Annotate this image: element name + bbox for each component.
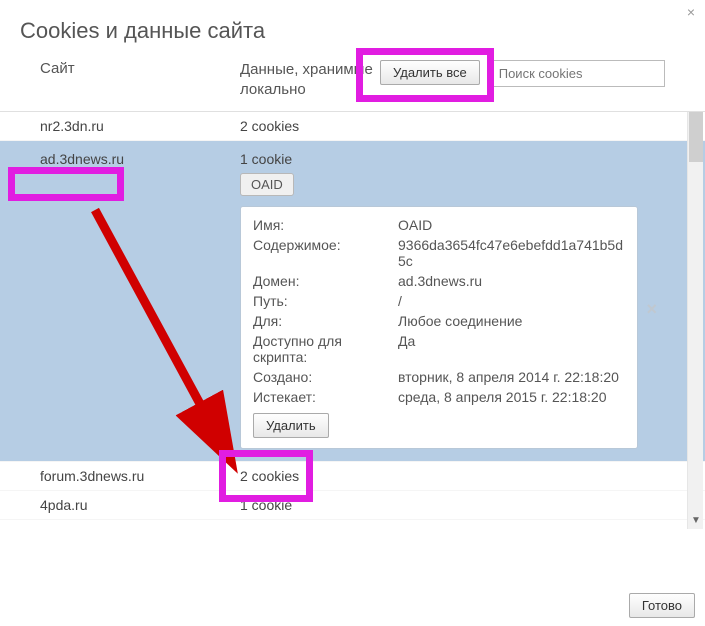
detail-value: Да	[398, 333, 625, 365]
detail-label: Имя:	[253, 217, 398, 233]
data-cell: 1 cookie	[240, 151, 294, 167]
search-input[interactable]	[490, 60, 665, 87]
close-detail-icon[interactable]: ×	[646, 299, 657, 320]
dialog-footer: Готово	[629, 593, 695, 618]
detail-label: Для:	[253, 313, 398, 329]
detail-value: Любое соединение	[398, 313, 625, 329]
table-row-selected[interactable]: ad.3dnews.ru 1 cookie OAID × Имя:OAID Со…	[0, 141, 705, 462]
column-data: Данные, хранимые локально	[240, 60, 380, 101]
detail-value: среда, 8 апреля 2015 г. 22:18:20	[398, 389, 625, 405]
detail-label: Содержимое:	[253, 237, 398, 269]
detail-label: Доступно для скрипта:	[253, 333, 398, 365]
data-cell: 1 cookie	[240, 497, 292, 513]
detail-label: Истекает:	[253, 389, 398, 405]
detail-value: 9366da3654fc47e6ebefdd1a741b5d5c	[398, 237, 625, 269]
cookie-detail-panel: × Имя:OAID Содержимое:9366da3654fc47e6eb…	[240, 206, 638, 449]
data-cell: 2 cookies	[240, 468, 299, 484]
detail-label: Домен:	[253, 273, 398, 289]
detail-value: /	[398, 293, 625, 309]
delete-all-button[interactable]: Удалить все	[380, 60, 480, 85]
detail-label: Путь:	[253, 293, 398, 309]
site-cell: ad.3dnews.ru	[40, 151, 240, 196]
cookies-dialog: × Cookies и данные сайта Сайт Данные, хр…	[0, 0, 705, 626]
site-cell: forum.3dnews.ru	[40, 468, 240, 484]
delete-cookie-button[interactable]: Удалить	[253, 413, 329, 438]
column-headers: Сайт Данные, хранимые локально Удалить в…	[0, 52, 705, 111]
detail-value: вторник, 8 апреля 2014 г. 22:18:20	[398, 369, 625, 385]
site-cell: nr2.3dn.ru	[40, 118, 240, 134]
data-cell: 2 cookies	[240, 118, 299, 134]
dialog-title: Cookies и данные сайта	[0, 0, 705, 52]
detail-value: OAID	[398, 217, 625, 233]
site-list: nr2.3dn.ru 2 cookies ad.3dnews.ru 1 cook…	[0, 111, 705, 529]
column-site: Сайт	[40, 60, 240, 77]
scroll-down-icon[interactable]: ▼	[688, 513, 704, 529]
detail-value: ad.3dnews.ru	[398, 273, 625, 289]
cookie-chip[interactable]: OAID	[240, 173, 294, 196]
close-icon[interactable]: ×	[687, 4, 695, 20]
site-cell: 4pda.ru	[40, 497, 240, 513]
scroll-thumb[interactable]	[689, 112, 703, 162]
table-row[interactable]: nr2.3dn.ru 2 cookies	[0, 112, 705, 141]
table-row[interactable]: forum.3dnews.ru 2 cookies	[0, 462, 705, 491]
table-row[interactable]: 4pda.ru 1 cookie	[0, 491, 705, 520]
scrollbar[interactable]: ▲ ▼	[687, 112, 703, 529]
done-button[interactable]: Готово	[629, 593, 695, 618]
detail-label: Создано:	[253, 369, 398, 385]
